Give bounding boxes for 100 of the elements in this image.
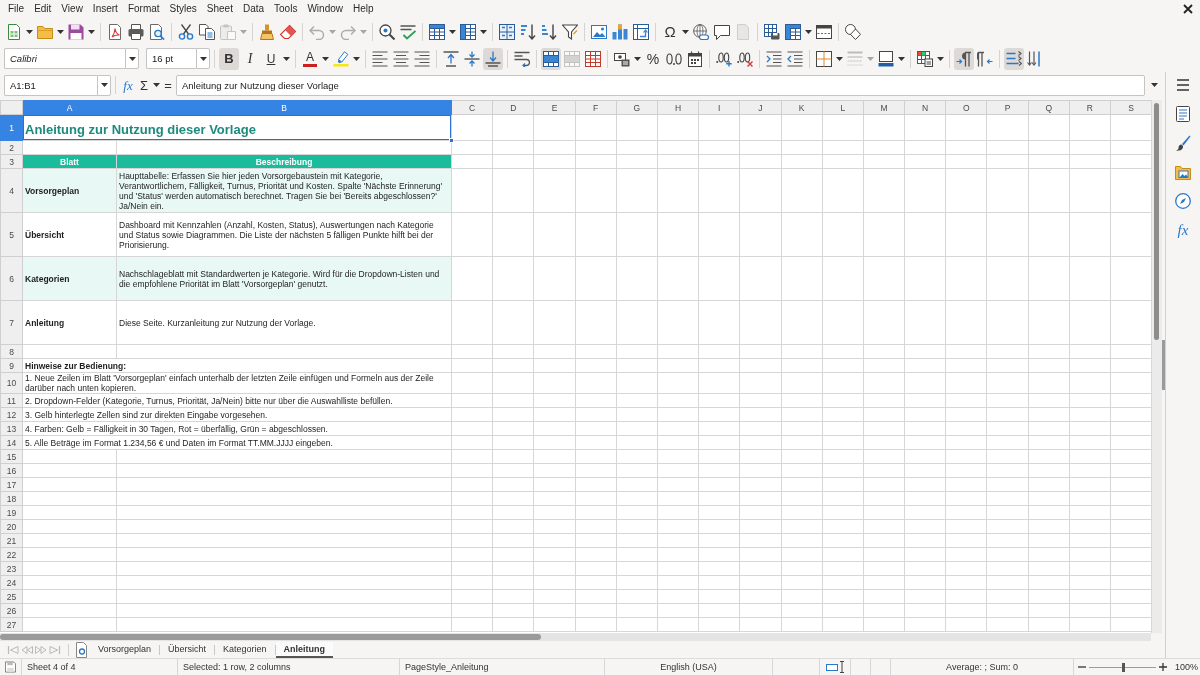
menu-item[interactable]: Styles	[164, 1, 202, 17]
sort-arrow-icon	[520, 23, 536, 40]
row-header[interactable]: 1	[0, 114, 23, 141]
sheet-tab[interactable]: Vorsorgeplan	[90, 641, 160, 658]
sheet-position-text: Sheet 4 of 4	[27, 661, 76, 673]
function-wizard-button[interactable]: fx	[120, 74, 136, 96]
column-header[interactable]: J	[739, 100, 781, 115]
menu-item[interactable]: Data	[237, 1, 270, 17]
functions-button[interactable]: fx	[1172, 219, 1194, 241]
menu-item[interactable]: View	[56, 1, 88, 17]
column-header[interactable]: G	[616, 100, 658, 115]
paragraph-arrow-icon	[956, 50, 972, 67]
decimal-number-icon	[666, 50, 682, 67]
bar-arrow-right-icon	[49, 644, 61, 655]
menu-item[interactable]: Edit	[29, 1, 57, 17]
column-header[interactable]: O	[945, 100, 987, 115]
dropdown-button[interactable]	[125, 48, 139, 69]
caret-icon	[26, 29, 33, 34]
caret-icon	[353, 56, 360, 61]
caret-icon	[634, 56, 641, 61]
menu-item[interactable]: Window	[302, 1, 348, 17]
caret-icon	[682, 29, 689, 34]
column-header[interactable]: N	[904, 100, 946, 115]
slider-thumb[interactable]	[1121, 662, 1125, 672]
zoom-in-button[interactable]	[1158, 661, 1168, 673]
fill-handle[interactable]	[449, 138, 454, 143]
navigator-button[interactable]	[1172, 190, 1194, 212]
caret-icon	[360, 29, 367, 34]
underline-button[interactable]: U	[261, 47, 281, 70]
font-name-field[interactable]: Calibri	[4, 48, 125, 69]
row-header[interactable]: 6	[0, 256, 23, 301]
clipboard-icon	[220, 23, 236, 40]
caret-icon	[100, 83, 108, 87]
printer-icon	[128, 23, 144, 40]
bold-button[interactable]: B	[219, 47, 239, 70]
horizontal-scrollbar[interactable]	[0, 633, 1151, 641]
column-header[interactable]: K	[781, 100, 823, 115]
formula-button[interactable]: =	[161, 74, 175, 96]
sheet-tab[interactable]: Kategorien	[215, 641, 275, 658]
column-header[interactable]: H	[657, 100, 699, 115]
menu-item[interactable]: Format	[122, 1, 165, 17]
table-cell: 3. Gelb hinterlegte Zellen sind zur direkten Eingabe vorgesehen.	[22, 407, 452, 422]
special-character-button[interactable]: Ω	[660, 20, 680, 43]
row-header[interactable]: 5	[0, 212, 23, 257]
selection-mode-icon	[826, 661, 844, 673]
scrollbar-thumb[interactable]	[1154, 103, 1159, 340]
double-arrow-left-icon	[21, 644, 33, 655]
decimal-plus-icon	[716, 50, 732, 67]
scrollbar-thumb[interactable]	[0, 634, 541, 640]
column-header[interactable]: B	[116, 100, 452, 115]
sheet-tab[interactable]: Anleitung	[275, 641, 334, 658]
sum-button[interactable]: Σ	[136, 74, 152, 96]
table-grid-icon	[429, 23, 445, 40]
menu-item[interactable]: Help	[348, 1, 379, 17]
table-grid-icon	[785, 23, 801, 40]
font-size-field[interactable]: 16 pt	[146, 48, 196, 69]
formula-input[interactable]: Anleitung zur Nutzung dieser Vorlage	[176, 74, 1145, 96]
sheet-tab[interactable]: Übersicht	[160, 641, 215, 658]
column-header[interactable]: R	[1069, 100, 1111, 115]
name-box-field[interactable]: A1:B1	[4, 74, 97, 96]
text-left-to-right-button[interactable]	[1004, 47, 1024, 70]
add-sheet-button[interactable]	[74, 641, 88, 658]
row-header[interactable]: 7	[0, 300, 23, 345]
border-grid-icon	[816, 50, 832, 67]
caret-icon	[937, 56, 944, 61]
paragraph-ltr-button[interactable]	[954, 47, 974, 70]
menu-item[interactable]: Tools	[269, 1, 303, 17]
align-bottom-button[interactable]	[483, 47, 503, 70]
row-header[interactable]: 4	[0, 168, 23, 213]
vertical-scrollbar[interactable]	[1151, 100, 1162, 633]
menu-item[interactable]: Sheet	[201, 1, 238, 17]
column-header[interactable]: I	[698, 100, 740, 115]
banknote-icon	[614, 50, 630, 67]
calendar-icon	[687, 50, 703, 67]
line-styles-icon	[847, 50, 863, 67]
merge-center-button[interactable]	[541, 47, 561, 70]
column-header[interactable]: F	[575, 100, 617, 115]
column-header[interactable]: P	[986, 100, 1029, 115]
menu-item[interactable]: Insert	[87, 1, 123, 17]
column-header[interactable]: D	[492, 100, 534, 115]
column-header[interactable]: A	[22, 100, 117, 115]
paintbrush-icon	[1175, 135, 1191, 151]
close-button[interactable]	[1181, 2, 1195, 16]
row-header[interactable]: 10	[0, 372, 23, 394]
table-cell: 4. Farben: Gelb = Fälligkeit in 30 Tagen, Rot = überfällig, Grün = abgeschlossen.	[22, 421, 452, 436]
table-cell: Diese Seite. Kurzanleitung zur Nutzung der Vorlage.	[116, 300, 452, 345]
column-header[interactable]: C	[451, 100, 493, 115]
dropdown-button[interactable]	[97, 74, 111, 96]
sidebar-handle[interactable]	[1162, 340, 1165, 390]
italic-button[interactable]: I	[240, 47, 260, 70]
percent-format-button[interactable]: %	[643, 47, 663, 70]
column-header[interactable]: L	[822, 100, 864, 115]
column-header[interactable]: E	[533, 100, 576, 115]
column-header[interactable]: S	[1110, 100, 1151, 115]
column-header[interactable]: M	[863, 100, 905, 115]
marker-pen-icon	[333, 50, 349, 67]
dropdown-button[interactable]	[196, 48, 210, 69]
menu-item[interactable]: File	[3, 1, 30, 17]
column-header[interactable]: Q	[1028, 100, 1070, 115]
font-color-button[interactable]: A	[300, 47, 320, 70]
